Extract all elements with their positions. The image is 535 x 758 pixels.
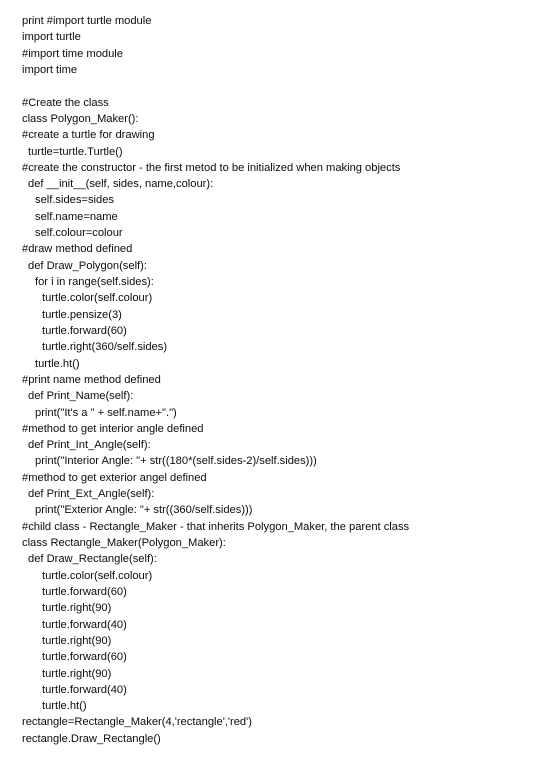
code-line: #Create the class [22,96,109,109]
code-line: turtle=turtle.Turtle() [28,145,123,158]
code-line: turtle.forward(60) [42,324,127,337]
code-line: import turtle [22,31,81,44]
code-line: import time [22,63,78,76]
code-line: rectangle=Rectangle_Maker(4,'rectangle',… [22,716,252,729]
code-line: turtle.right(90) [42,667,112,680]
code-line: turtle.pensize(3) [42,308,122,321]
code-line: def __init__(self, sides, name,colour): [28,178,214,191]
code-line: turtle.forward(60) [42,585,127,598]
code-line: turtle.forward(60) [42,651,127,664]
code-line: def Draw_Rectangle(self): [28,553,157,566]
code-line: self.colour=colour [35,227,123,240]
code-line: print("It's a " + self.name+".") [35,406,177,419]
code-line: print #import turtle module [22,15,152,27]
code-line: def Print_Name(self): [28,390,134,403]
code-line: turtle.color(self.colour) [42,292,153,305]
code-line: self.sides=sides [35,194,114,207]
code-line: self.name=name [35,210,118,223]
code-line: #print name method defined [22,373,161,386]
code-line: #create the constructor - the first meto… [22,161,401,174]
code-line: def Draw_Polygon(self): [28,259,147,272]
code-line: turtle.ht() [35,357,80,370]
code-line: turtle.right(90) [42,634,112,647]
code-line: rectangle.Draw_Rectangle() [22,732,161,745]
code-line: turtle.color(self.colour) [42,569,153,582]
code-line: class Polygon_Maker(): [22,112,139,125]
code-line: turtle.forward(40) [42,618,127,631]
code-line: #import time module [22,47,123,60]
code-line: #method to get interior angle defined [22,422,204,435]
code-line: print("Exterior Angle: "+ str((360/self.… [35,504,253,517]
code-line: turtle.right(360/self.sides) [42,341,168,354]
code-listing: print #import turtle module import turtle… [0,0,535,747]
code-line: turtle.ht() [42,700,87,713]
code-line: turtle.forward(40) [42,683,127,696]
code-line: def Print_Ext_Angle(self): [28,488,155,501]
code-line: print("Interior Angle: "+ str((180*(self… [35,455,317,468]
code-line: for i in range(self.sides): [35,276,154,288]
code-line: #child class - Rectangle_Maker - that in… [22,520,410,533]
code-line: #create a turtle for drawing [22,129,155,142]
code-line: def Print_Int_Angle(self): [28,439,151,452]
code-line: #draw method defined [22,243,133,256]
code-line: class Rectangle_Maker(Polygon_Maker): [22,537,226,549]
code-line: #method to get exterior angel defined [22,471,207,484]
code-line: turtle.right(90) [42,602,112,615]
